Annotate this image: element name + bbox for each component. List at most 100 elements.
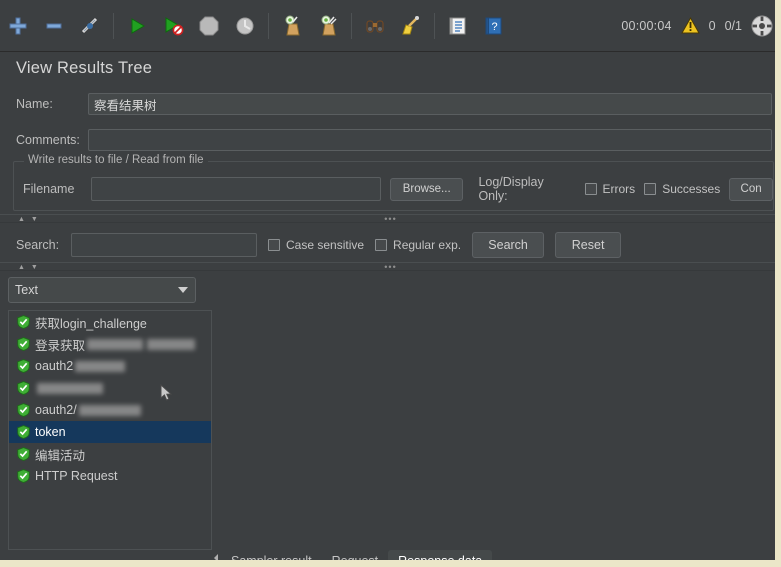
search-input[interactable] <box>71 233 257 257</box>
tree-item-oauth2[interactable]: oauth2/ <box>9 399 211 421</box>
tree-item-label: oauth2/ <box>35 403 77 417</box>
redacted-text <box>147 338 196 350</box>
search-case-sensitive-box[interactable] <box>268 239 280 251</box>
results-tree-pane: Text 获取login_challenge 登录获取 oauth2 oauth2/t… <box>8 277 212 551</box>
tree-item-label: HTTP Request <box>35 469 118 483</box>
errors-label: Errors <box>602 182 636 196</box>
new-button[interactable] <box>2 10 34 42</box>
comments-input[interactable] <box>88 129 772 151</box>
search-regex-checkbox[interactable]: Regular exp. <box>375 238 461 252</box>
name-label: Name: <box>16 97 53 111</box>
renderer-select[interactable]: Text <box>8 277 196 303</box>
write-results-legend: Write results to file / Read from file <box>24 154 208 166</box>
tree-item-login_challenge[interactable]: 获取login_challenge <box>9 311 211 333</box>
templates-button[interactable] <box>38 10 70 42</box>
tree-item-token[interactable]: token <box>9 421 211 443</box>
tree-item-oauth2[interactable]: oauth2 <box>9 355 211 377</box>
name-input[interactable]: 察看结果树 <box>88 93 772 115</box>
success-shield-icon <box>17 425 30 439</box>
page-title: View Results Tree <box>16 59 153 77</box>
tree-item-HTTPRequest[interactable]: HTTP Request <box>9 465 211 487</box>
elapsed-time: 00:00:04 <box>621 18 672 33</box>
start-no-pauses-button[interactable] <box>157 10 189 42</box>
success-shield-icon <box>17 447 30 461</box>
filename-label: Filename <box>23 182 75 196</box>
success-shield-icon <box>17 359 30 373</box>
sampler-tree[interactable]: 获取login_challenge 登录获取 oauth2 oauth2/token 编… <box>8 310 212 550</box>
play-green-icon <box>131 17 145 34</box>
splitter-arrows-icon[interactable]: ▲ ▼ <box>18 216 40 223</box>
broom-clear-icon <box>285 15 300 35</box>
errors-checkbox-box[interactable] <box>584 183 597 195</box>
window-edge-bottom <box>0 560 781 567</box>
success-shield-icon <box>17 403 30 417</box>
toolbar-separator <box>434 12 435 39</box>
successes-checkbox-box[interactable] <box>644 183 657 195</box>
search-bar: Search: Case sensitive Regular exp. Sear… <box>16 232 622 258</box>
start-button[interactable] <box>121 10 153 42</box>
plus-icon <box>9 17 27 34</box>
tree-item-row6[interactable]: 编辑活动 <box>9 443 211 465</box>
tree-item-row1[interactable]: 登录获取 <box>9 333 211 355</box>
svg-text:?: ? <box>491 21 497 33</box>
search-case-sensitive-label: Case sensitive <box>286 238 365 252</box>
help-button[interactable]: ? <box>478 10 510 42</box>
clear-button[interactable] <box>276 10 308 42</box>
help-book-icon: ? <box>485 17 502 34</box>
search-regex-box[interactable] <box>375 239 388 251</box>
splitter-top[interactable]: ▲ ▼ ••• <box>0 214 781 224</box>
tree-item-label: 编辑活动 <box>35 448 86 463</box>
chevron-down-icon[interactable] <box>178 287 188 293</box>
browse-button[interactable]: Browse... <box>389 177 464 201</box>
jmeter-window: ? 00:00:04 0 0/1 View Results Tree Name:… <box>0 0 781 567</box>
broom-clear-all-icon <box>321 15 337 35</box>
redacted-text <box>37 382 103 394</box>
tree-item-row3[interactable] <box>9 377 211 399</box>
tree-item-label: token <box>35 425 66 439</box>
warning-triangle-icon[interactable] <box>680 17 700 34</box>
errors-checkbox[interactable]: Errors <box>584 182 636 196</box>
wrench-icon <box>81 17 98 33</box>
shutdown-gray-icon <box>236 17 254 34</box>
success-shield-icon <box>17 403 30 417</box>
write-results-groupbox: Write results to file / Read from file F… <box>13 154 774 211</box>
search-regex-label: Regular exp. <box>393 238 462 252</box>
filename-input[interactable] <box>91 177 381 201</box>
reset-button[interactable]: Reset <box>555 232 622 258</box>
search-case-sensitive-checkbox[interactable]: Case sensitive <box>268 238 364 252</box>
redacted-text <box>87 338 144 350</box>
search-button[interactable] <box>359 10 391 42</box>
successes-checkbox[interactable]: Successes <box>644 182 720 196</box>
redacted-text <box>75 360 126 372</box>
success-shield-icon <box>17 469 30 483</box>
log-display-only-label: Log/Display Only: <box>478 175 544 203</box>
function-helper-button[interactable] <box>442 10 474 42</box>
success-shield-icon <box>17 359 30 373</box>
comments-label: Comments: <box>16 133 80 147</box>
search-label: Search: <box>16 238 60 252</box>
success-shield-icon <box>17 381 30 395</box>
configure-button[interactable]: Con <box>729 177 773 201</box>
success-shield-icon <box>17 425 30 439</box>
shutdown-button[interactable] <box>229 10 261 42</box>
success-shield-icon <box>17 337 30 351</box>
thread-status-icon[interactable] <box>751 15 773 37</box>
splitter-bottom[interactable]: ▲ ▼ ••• <box>0 262 781 272</box>
toolbar-separator <box>268 12 269 39</box>
reset-search-button[interactable] <box>395 10 427 42</box>
stop-button[interactable] <box>193 10 225 42</box>
window-edge-right <box>775 0 781 567</box>
open-button[interactable] <box>74 10 106 42</box>
play-no-pause-icon <box>165 16 184 35</box>
minus-icon <box>46 23 62 28</box>
search-button[interactable]: Search <box>472 232 545 258</box>
splitter-arrows-icon-2[interactable]: ▲ ▼ <box>18 264 40 271</box>
toolbar-separator <box>351 12 352 39</box>
name-field-row: Name: 察看结果树 <box>16 93 774 115</box>
mouse-cursor-icon <box>160 384 173 401</box>
clear-all-button[interactable] <box>312 10 344 42</box>
redacted-text <box>78 404 141 416</box>
broom-yellow-icon <box>402 15 419 34</box>
renderer-select-value: Text <box>15 283 38 297</box>
success-shield-icon <box>17 469 30 483</box>
